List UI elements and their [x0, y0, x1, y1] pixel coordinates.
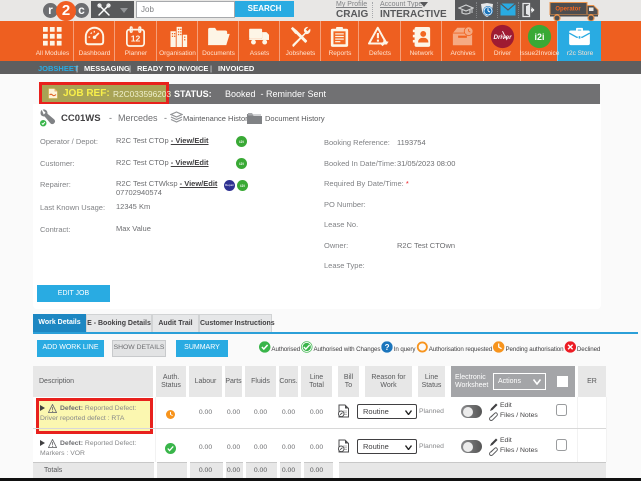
svg-text:?: ? [385, 343, 390, 352]
svg-text:Operator: Operator [555, 7, 581, 13]
svg-text:Driver: Driver [493, 34, 512, 41]
svg-text:i2i: i2i [534, 32, 544, 42]
svg-text:12: 12 [131, 33, 141, 43]
